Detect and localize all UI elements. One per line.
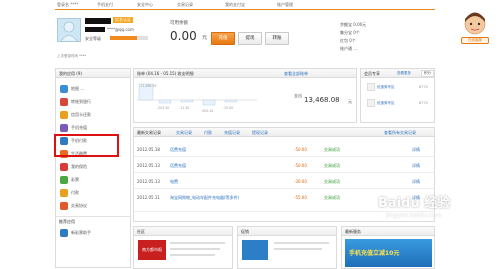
- email-text: ****@qq.com: [107, 27, 134, 32]
- verified-badge: 实名认证: [113, 17, 133, 23]
- account-summary: **** 实名认证 ****@qq.com 安全等级 上次登录时间 **** 可…: [55, 12, 435, 62]
- community-panel: 社区 南方都市报: [133, 226, 233, 269]
- tab-points[interactable]: 积分: [421, 70, 434, 77]
- all-bills-link[interactable]: 查看全部账单: [284, 71, 308, 77]
- sidebar-item-mobile-recharge[interactable]: 手机充值: [60, 122, 130, 134]
- zhanghutong-link[interactable]: 账户通 ...: [340, 46, 357, 52]
- sidebar-item-pay[interactable]: 付款: [60, 187, 130, 199]
- tab-my-alipay[interactable]: 我的支付宝: [225, 2, 245, 8]
- sidebar-item-insurance[interactable]: 我的保险: [60, 161, 130, 173]
- security-label: 安全等级: [85, 36, 101, 41]
- sidebar-item-recommended[interactable]: 新彩票助手: [60, 227, 130, 239]
- newspaper-logo[interactable]: 南方都市报: [138, 240, 166, 260]
- balance-value: 0.00: [170, 29, 197, 43]
- sidebar-header: 我的应用 (9): [56, 69, 130, 78]
- chart-label: -203.20: [157, 106, 170, 110]
- chart-label: -25.00: [223, 106, 234, 110]
- recommended-header: 推荐应用: [59, 219, 75, 224]
- coupon-icon: [367, 99, 375, 107]
- sidebar-item-bank-transfer[interactable]: 转账到银行: [60, 96, 130, 108]
- avatar[interactable]: [57, 18, 81, 42]
- sidebar-title: 我的应用 (9): [59, 71, 82, 76]
- sidebar-item-lottery[interactable]: 彩票: [60, 174, 130, 186]
- chart-label: -500.10: [201, 109, 214, 113]
- pay-icon: [60, 189, 68, 197]
- tab-username[interactable]: 登录名 ****: [57, 2, 78, 8]
- insurance-icon: [60, 163, 68, 171]
- community-title: 社区: [137, 229, 145, 234]
- table-row[interactable]: 2012.05.13 话费充值 -50.00 交易成功 详情: [134, 158, 434, 173]
- tab-security[interactable]: 安全中心: [137, 2, 153, 8]
- table-row[interactable]: 2012.05.13 电费 -30.00 交易成功 详情: [134, 174, 434, 189]
- coupon-link[interactable]: 优惠券专区: [377, 101, 395, 106]
- bill-total-label: 支出: [294, 93, 302, 98]
- member-panel: 会员专享 查看更多 积分 优惠券专区 8770 优惠券专区 8770: [360, 68, 435, 123]
- coupon-value: 8770: [419, 101, 428, 105]
- lottery-icon: [60, 176, 68, 184]
- member-more-link[interactable]: 查看更多: [397, 71, 411, 76]
- chart-label: -11,286.59: [139, 84, 157, 88]
- highlight-box: [54, 134, 119, 157]
- app-sidebar: 我的应用 (9) 地图 ... 转账到银行 信用卡还款 手机充值 手机付款 生活…: [55, 68, 131, 268]
- phone-icon: [60, 124, 68, 132]
- promo-image[interactable]: [242, 240, 268, 260]
- coupon-icon: [367, 83, 375, 91]
- withdraw-button[interactable]: 提现: [238, 32, 262, 45]
- recharge-banner[interactable]: 手机充值立减10元: [345, 239, 432, 267]
- bill-title: 账单 (04.16 - 05.15) 收支明细: [137, 71, 194, 76]
- records-tab[interactable]: 交易记录: [176, 130, 192, 136]
- masked-email: [85, 27, 105, 32]
- all-records-link[interactable]: 查看所有交易记录: [384, 130, 416, 136]
- bill-total-unit: 元: [348, 99, 352, 104]
- tab-mobile-pay[interactable]: 手机支付: [97, 2, 113, 8]
- sidebar-item-map[interactable]: 地图 ...: [60, 83, 130, 95]
- table-row[interactable]: 2012.05.18 话费充值 -50.00 交易成功 详情: [134, 142, 434, 157]
- last-login: 上次登录时间 ****: [57, 54, 87, 58]
- recharge-button[interactable]: 充值: [211, 32, 235, 45]
- records-tab[interactable]: 提现记录: [252, 130, 268, 136]
- jifenbao-link[interactable]: 集分宝 0个: [340, 30, 360, 36]
- hongbao-link[interactable]: 红包 0个: [340, 38, 356, 44]
- tab-account[interactable]: 账户管理: [277, 2, 293, 8]
- promotion-panel: 促销: [237, 226, 337, 269]
- map-icon: [60, 85, 68, 93]
- records-title: 最新交易记录: [137, 130, 161, 135]
- transfer-button[interactable]: 转账: [265, 32, 289, 45]
- promotion-title: 促销: [241, 229, 249, 234]
- masked-name: [85, 18, 111, 24]
- coupon-link[interactable]: 优惠券专区: [377, 85, 395, 90]
- bill-panel: 账单 (04.16 - 05.15) 收支明细 查看全部账单 -11,286.5…: [133, 68, 357, 123]
- online-service-label[interactable]: 在线客服: [461, 37, 489, 44]
- records-tab[interactable]: 充值记录: [224, 130, 240, 136]
- latest-service-title: 最新服务: [345, 229, 361, 234]
- header-divider: [55, 9, 435, 10]
- agreement-icon: [60, 202, 68, 210]
- tab-trade[interactable]: 交易记录: [177, 2, 193, 8]
- yuebao-link[interactable]: 余额宝 0.00元: [340, 22, 366, 28]
- sidebar-item-credit-card[interactable]: 信用卡还款: [60, 109, 130, 121]
- bank-icon: [60, 98, 68, 106]
- lottery-helper-icon: [60, 229, 68, 237]
- security-bar: [110, 36, 148, 40]
- coupon-value: 8770: [419, 85, 428, 89]
- balance-unit: 元: [202, 35, 208, 41]
- balance-label: 可用余额: [170, 21, 188, 26]
- sidebar-item-agreement[interactable]: 交易协议: [60, 200, 130, 212]
- bill-chart: -11,286.59 -203.20 -11.30 -500.10 -25.00: [137, 82, 257, 118]
- member-title: 会员专享: [364, 71, 380, 76]
- latest-service-panel: 最新服务 手机充值立减10元: [341, 226, 435, 269]
- credit-card-icon: [60, 111, 68, 119]
- chart-label: -11.30: [179, 106, 190, 110]
- baidu-watermark: Baidu 经验 jingyan.baidu.com: [378, 196, 451, 219]
- records-tab[interactable]: 付款: [204, 130, 212, 136]
- top-nav: 登录名 **** 手机支付 安全中心 交易记录 我的支付宝 账户管理: [55, 0, 435, 9]
- online-service-mascot[interactable]: 在线客服: [460, 12, 490, 44]
- bill-total: 13,468.08: [304, 96, 340, 104]
- sidebar-divider: [56, 216, 130, 217]
